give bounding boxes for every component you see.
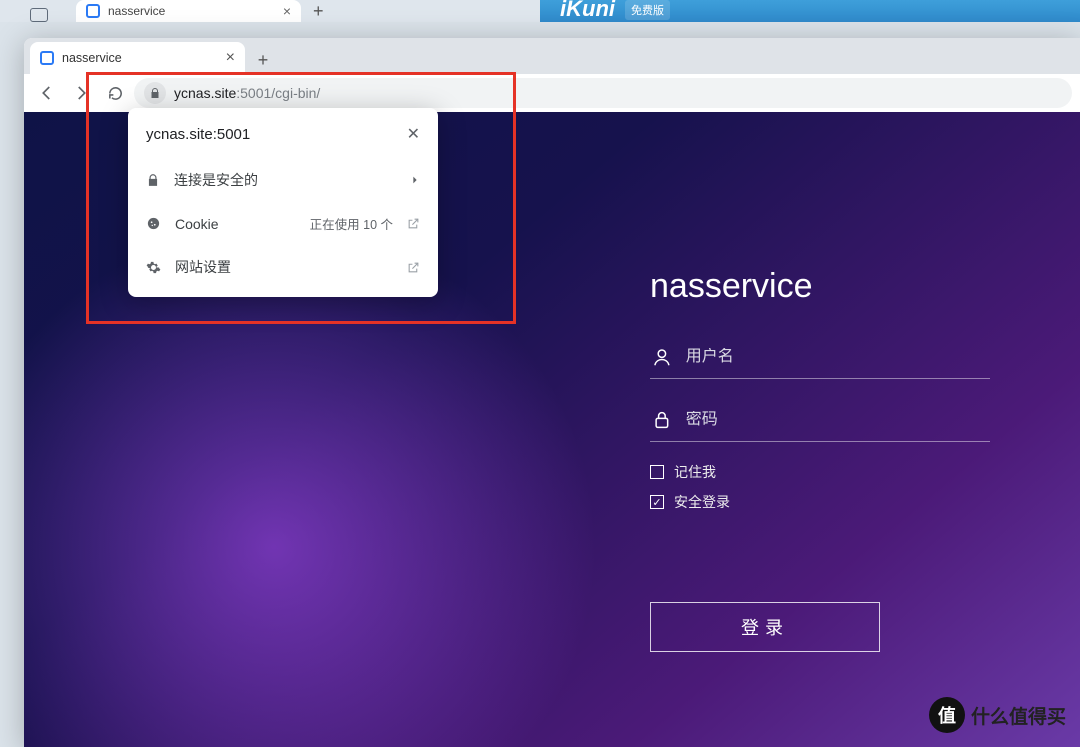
close-icon: × [283, 3, 291, 19]
forward-button[interactable] [66, 78, 96, 108]
user-icon [652, 346, 672, 368]
watermark-badge: 值 [929, 697, 965, 733]
lock-icon [146, 173, 160, 187]
tab-strip: nasservice × + [24, 38, 1080, 74]
site-info-button[interactable] [144, 82, 166, 104]
gear-icon [146, 260, 161, 275]
background-banner: iKuni 免费版 [540, 0, 1080, 22]
favicon-icon [86, 4, 100, 18]
back-button[interactable] [32, 78, 62, 108]
username-input[interactable] [686, 348, 988, 366]
password-field[interactable] [650, 399, 990, 442]
banner-logo: iKuni [560, 0, 615, 22]
external-icon [407, 261, 420, 274]
toolbar: ycnas.site:5001/cgi-bin/ [24, 74, 1080, 112]
remember-row[interactable]: 记住我 [650, 462, 990, 482]
new-tab-button[interactable]: + [249, 46, 277, 74]
popover-close-button[interactable]: ✕ [407, 124, 420, 144]
secure-login-row[interactable]: ✓ 安全登录 [650, 492, 990, 512]
password-input[interactable] [686, 411, 988, 429]
background-tab-title: nasservice [108, 4, 165, 18]
cookie-label: Cookie [175, 216, 219, 232]
login-title: nasservice [650, 267, 990, 306]
watermark: 值 什么值得买 [929, 697, 1066, 733]
connection-row[interactable]: 连接是安全的 [146, 158, 420, 202]
login-panel: nasservice 记住我 ✓ 安全登录 登录 [650, 267, 990, 652]
address-bar[interactable]: ycnas.site:5001/cgi-bin/ [134, 78, 1072, 108]
secure-login-label: 安全登录 [674, 492, 730, 512]
site-settings-label: 网站设置 [175, 257, 231, 277]
popover-host: ycnas.site:5001 [146, 126, 250, 143]
site-info-popover: ycnas.site:5001 ✕ 连接是安全的 Cookie 正在使用 10 … [128, 108, 438, 297]
remember-label: 记住我 [674, 462, 716, 482]
close-tab-icon[interactable]: × [226, 49, 235, 67]
banner-tag: 免费版 [625, 0, 670, 20]
login-button[interactable]: 登录 [650, 602, 880, 652]
new-tab-icon: + [313, 1, 324, 22]
connection-label: 连接是安全的 [174, 170, 258, 190]
reload-button[interactable] [100, 78, 130, 108]
remember-checkbox[interactable] [650, 465, 664, 479]
secure-login-checkbox[interactable]: ✓ [650, 495, 664, 509]
cookie-status: 正在使用 10 个 [310, 214, 393, 233]
url-text: ycnas.site:5001/cgi-bin/ [174, 85, 320, 101]
active-tab[interactable]: nasservice × [30, 42, 245, 74]
cookie-row[interactable]: Cookie 正在使用 10 个 [146, 202, 420, 245]
chevron-right-icon [410, 175, 420, 185]
external-icon [407, 217, 420, 230]
tab-title: nasservice [62, 51, 122, 65]
cookie-icon [146, 216, 161, 231]
username-field[interactable] [650, 336, 990, 379]
window-menu-icon [30, 8, 48, 22]
watermark-text: 什么值得买 [971, 702, 1066, 729]
site-settings-row[interactable]: 网站设置 [146, 245, 420, 289]
lock-icon [652, 409, 672, 431]
favicon-icon [40, 51, 54, 65]
background-tab: nasservice × [76, 0, 301, 22]
